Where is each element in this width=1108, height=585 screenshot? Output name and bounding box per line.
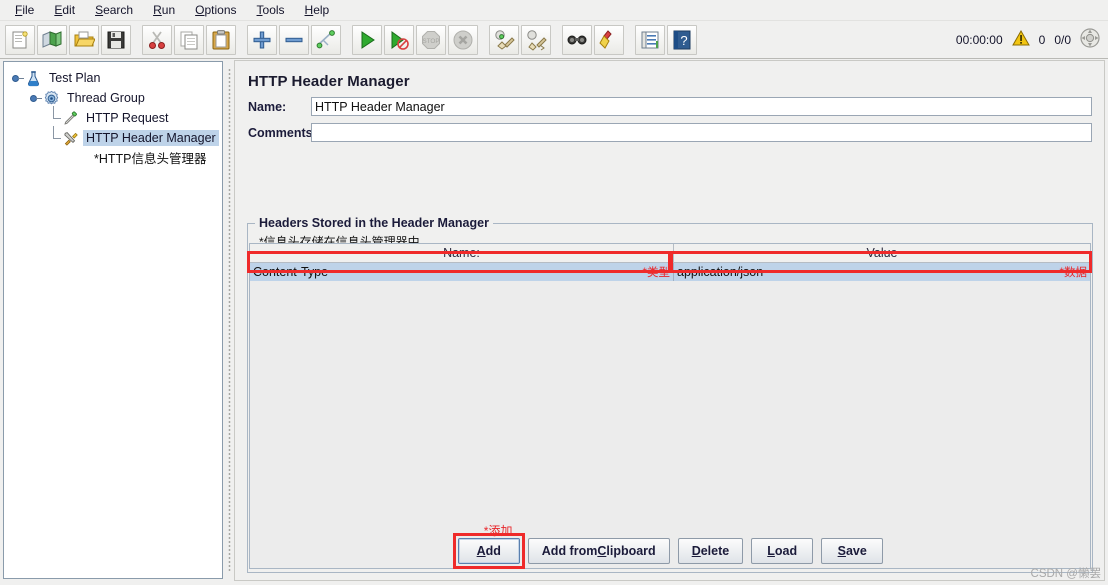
page-title: HTTP Header Manager bbox=[248, 73, 410, 90]
split-divider[interactable] bbox=[225, 60, 234, 581]
tree-label-thread-group: Thread Group bbox=[67, 91, 145, 105]
active-threads-count: 0/0 bbox=[1054, 32, 1071, 47]
headers-table[interactable]: Name: Value Content-Type *类型 application… bbox=[249, 243, 1091, 569]
status-area: 00:00:00 0 0/0 bbox=[956, 21, 1100, 58]
new-icon[interactable] bbox=[5, 24, 35, 55]
tree-node-http-header-manager[interactable]: HTTP Header Manager bbox=[8, 126, 220, 148]
tree-elbow bbox=[48, 126, 62, 148]
jmeter-window: File Edit Search Run Options Tools Help STOP? … bbox=[0, 0, 1108, 585]
menu-item-options[interactable]: Options bbox=[186, 1, 245, 19]
column-header-name[interactable]: Name: bbox=[250, 244, 674, 262]
tree-node-test-plan[interactable]: Test Plan bbox=[8, 68, 220, 88]
reset-search-icon[interactable] bbox=[594, 24, 624, 55]
warning-count: 0 bbox=[1038, 32, 1046, 47]
toggle-icon[interactable] bbox=[311, 24, 341, 55]
load-button[interactable]: Load bbox=[751, 538, 814, 564]
function-helper-icon[interactable] bbox=[635, 24, 665, 55]
templates-icon[interactable] bbox=[37, 24, 67, 55]
tree-label-http-request: HTTP Request bbox=[86, 111, 169, 125]
comments-input[interactable] bbox=[311, 123, 1092, 142]
expand-knob-icon[interactable] bbox=[30, 92, 42, 104]
button-row: Add *添加 Add from Clipboard Delete Load Save bbox=[235, 524, 1106, 569]
cell-header-name-text: Content-Type bbox=[253, 265, 329, 279]
add-button-highlight-box bbox=[452, 533, 525, 569]
tree-annotation: *HTTP信息头管理器 bbox=[94, 152, 207, 166]
load-button-wrapper: Load bbox=[751, 538, 814, 564]
warning-icon[interactable] bbox=[1011, 29, 1030, 49]
tree-node-thread-group[interactable]: Thread Group bbox=[8, 88, 220, 108]
comments-label: Comments: bbox=[248, 125, 317, 140]
tree-root: Test Plan Thread Group HTTP Request HTTP… bbox=[4, 62, 222, 167]
clear-all-icon[interactable] bbox=[521, 24, 551, 55]
help-icon[interactable]: ? bbox=[667, 24, 697, 55]
menu-bar: File Edit Search Run Options Tools Help bbox=[0, 0, 1108, 21]
toolbar: STOP? 00:00:00 0 0/0 bbox=[0, 21, 1108, 59]
save-button[interactable]: Save bbox=[821, 538, 884, 564]
save-icon[interactable] bbox=[101, 24, 131, 55]
main-split-pane: Test Plan Thread Group HTTP Request HTTP… bbox=[0, 58, 1108, 585]
delete-button[interactable]: Delete bbox=[677, 538, 744, 564]
cell-value-annotation: *数据 bbox=[1059, 267, 1087, 279]
svg-text:?: ? bbox=[680, 33, 687, 48]
search-icon[interactable] bbox=[562, 24, 592, 55]
test-plan-icon bbox=[25, 70, 42, 87]
expand-icon[interactable] bbox=[247, 24, 277, 55]
divider-grip[interactable] bbox=[228, 68, 231, 573]
table-header-row: Name: Value bbox=[250, 244, 1090, 263]
thread-group-icon bbox=[43, 90, 60, 107]
cut-icon[interactable] bbox=[142, 24, 172, 55]
menu-item-file[interactable]: File bbox=[6, 1, 43, 19]
menu-item-edit[interactable]: Edit bbox=[45, 1, 84, 19]
add-from-clipboard-button[interactable]: Add from Clipboard bbox=[527, 538, 670, 564]
menu-item-run[interactable]: Run bbox=[144, 1, 184, 19]
tree-label-test-plan: Test Plan bbox=[49, 71, 101, 85]
tree-node-http-request[interactable]: HTTP Request bbox=[8, 106, 220, 128]
add-from-clipboard-button-wrapper: Add from Clipboard bbox=[527, 538, 670, 564]
start-icon[interactable] bbox=[352, 24, 382, 55]
start-no-pauses-icon[interactable] bbox=[384, 24, 414, 55]
cell-name-annotation: *类型 bbox=[642, 267, 670, 279]
delete-button-wrapper: Delete bbox=[677, 538, 744, 564]
header-manager-panel: HTTP Header Manager Name: Comments: Head… bbox=[234, 60, 1105, 581]
elapsed-timer: 00:00:00 bbox=[955, 32, 1003, 47]
tree-elbow bbox=[48, 106, 62, 128]
cell-header-name[interactable]: Content-Type *类型 bbox=[250, 263, 674, 281]
menu-item-help[interactable]: Help bbox=[296, 1, 339, 19]
thread-indicator-icon[interactable] bbox=[1080, 28, 1100, 51]
name-label: Name: bbox=[248, 99, 287, 114]
name-input[interactable] bbox=[311, 97, 1092, 116]
add-button-wrapper: Add *添加 bbox=[452, 524, 525, 569]
stop-icon[interactable]: STOP bbox=[416, 24, 446, 55]
shutdown-icon[interactable] bbox=[448, 24, 478, 55]
paste-icon[interactable] bbox=[206, 24, 236, 55]
collapse-icon[interactable] bbox=[279, 24, 309, 55]
expand-knob-icon[interactable] bbox=[12, 72, 24, 84]
save-button-wrapper: Save bbox=[821, 538, 884, 564]
headers-group-title: Headers Stored in the Header Manager bbox=[255, 216, 493, 230]
watermark: CSDN @懒罢 bbox=[1030, 568, 1101, 580]
menu-item-tools[interactable]: Tools bbox=[248, 1, 294, 19]
menu-item-search[interactable]: Search bbox=[86, 1, 142, 19]
tree-label-http-header-manager: HTTP Header Manager bbox=[83, 130, 219, 146]
name-field-row: Name: bbox=[235, 90, 1104, 116]
table-row[interactable]: Content-Type *类型 application/json *数据 bbox=[250, 263, 1090, 281]
copy-icon[interactable] bbox=[174, 24, 204, 55]
header-manager-icon bbox=[62, 130, 79, 147]
column-header-value[interactable]: Value bbox=[674, 244, 1090, 262]
comments-field-row: Comments: bbox=[235, 116, 1104, 142]
clear-icon[interactable] bbox=[489, 24, 519, 55]
svg-text:STOP: STOP bbox=[422, 38, 439, 45]
test-plan-tree[interactable]: Test Plan Thread Group HTTP Request HTTP… bbox=[3, 61, 223, 579]
cell-header-value[interactable]: application/json *数据 bbox=[674, 263, 1090, 281]
open-icon[interactable] bbox=[69, 24, 99, 55]
cell-header-value-text: application/json bbox=[677, 265, 764, 279]
http-request-icon bbox=[62, 110, 79, 127]
